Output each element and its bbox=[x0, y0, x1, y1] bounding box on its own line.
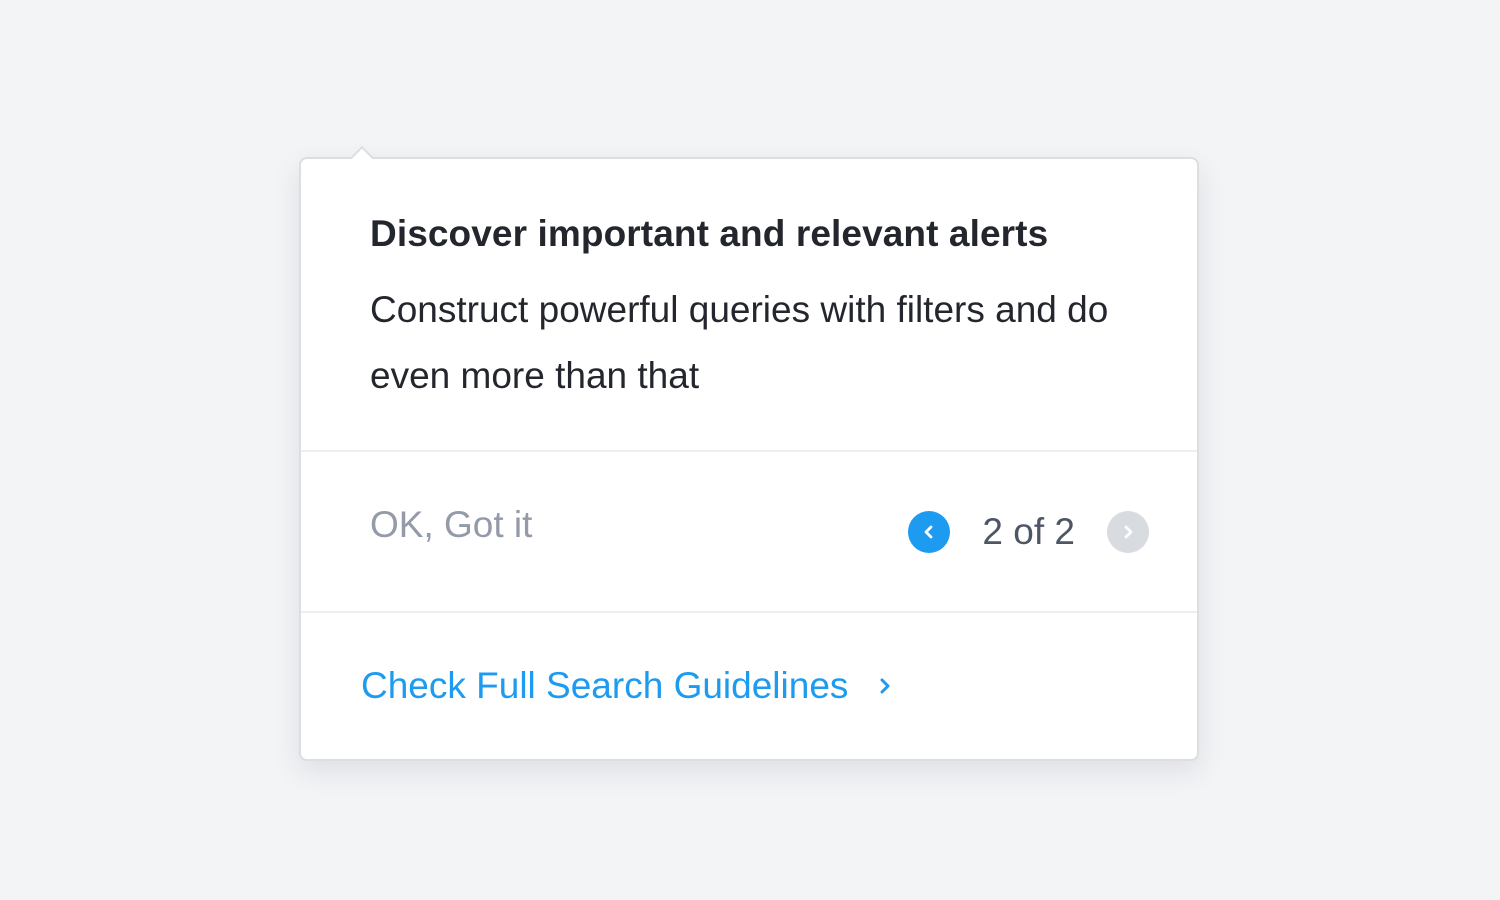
popover-description: Construct powerful queries with filters … bbox=[370, 289, 1109, 396]
next-step-button[interactable] bbox=[1107, 511, 1149, 553]
dismiss-button[interactable]: OK, Got it bbox=[370, 504, 532, 546]
tour-popover: Discover important and relevant alerts C… bbox=[299, 157, 1199, 761]
search-guidelines-link-label: Check Full Search Guidelines bbox=[361, 665, 849, 706]
chevron-left-icon bbox=[925, 525, 933, 539]
popover-content: Discover important and relevant alerts C… bbox=[301, 159, 1197, 452]
popover-footer: Check Full Search Guidelines bbox=[301, 613, 1197, 759]
popover-arrow bbox=[348, 145, 376, 159]
popover-title: Discover important and relevant alerts bbox=[370, 213, 1049, 254]
popover-actions: OK, Got it 2 of 2 bbox=[301, 452, 1197, 613]
search-guidelines-link[interactable]: Check Full Search Guidelines bbox=[361, 665, 892, 707]
chevron-right-icon bbox=[880, 678, 890, 694]
chevron-right-icon bbox=[1124, 525, 1133, 539]
pagination: 2 of 2 bbox=[908, 511, 1149, 553]
page-indicator: 2 of 2 bbox=[982, 511, 1075, 552]
previous-step-button[interactable] bbox=[908, 511, 951, 553]
